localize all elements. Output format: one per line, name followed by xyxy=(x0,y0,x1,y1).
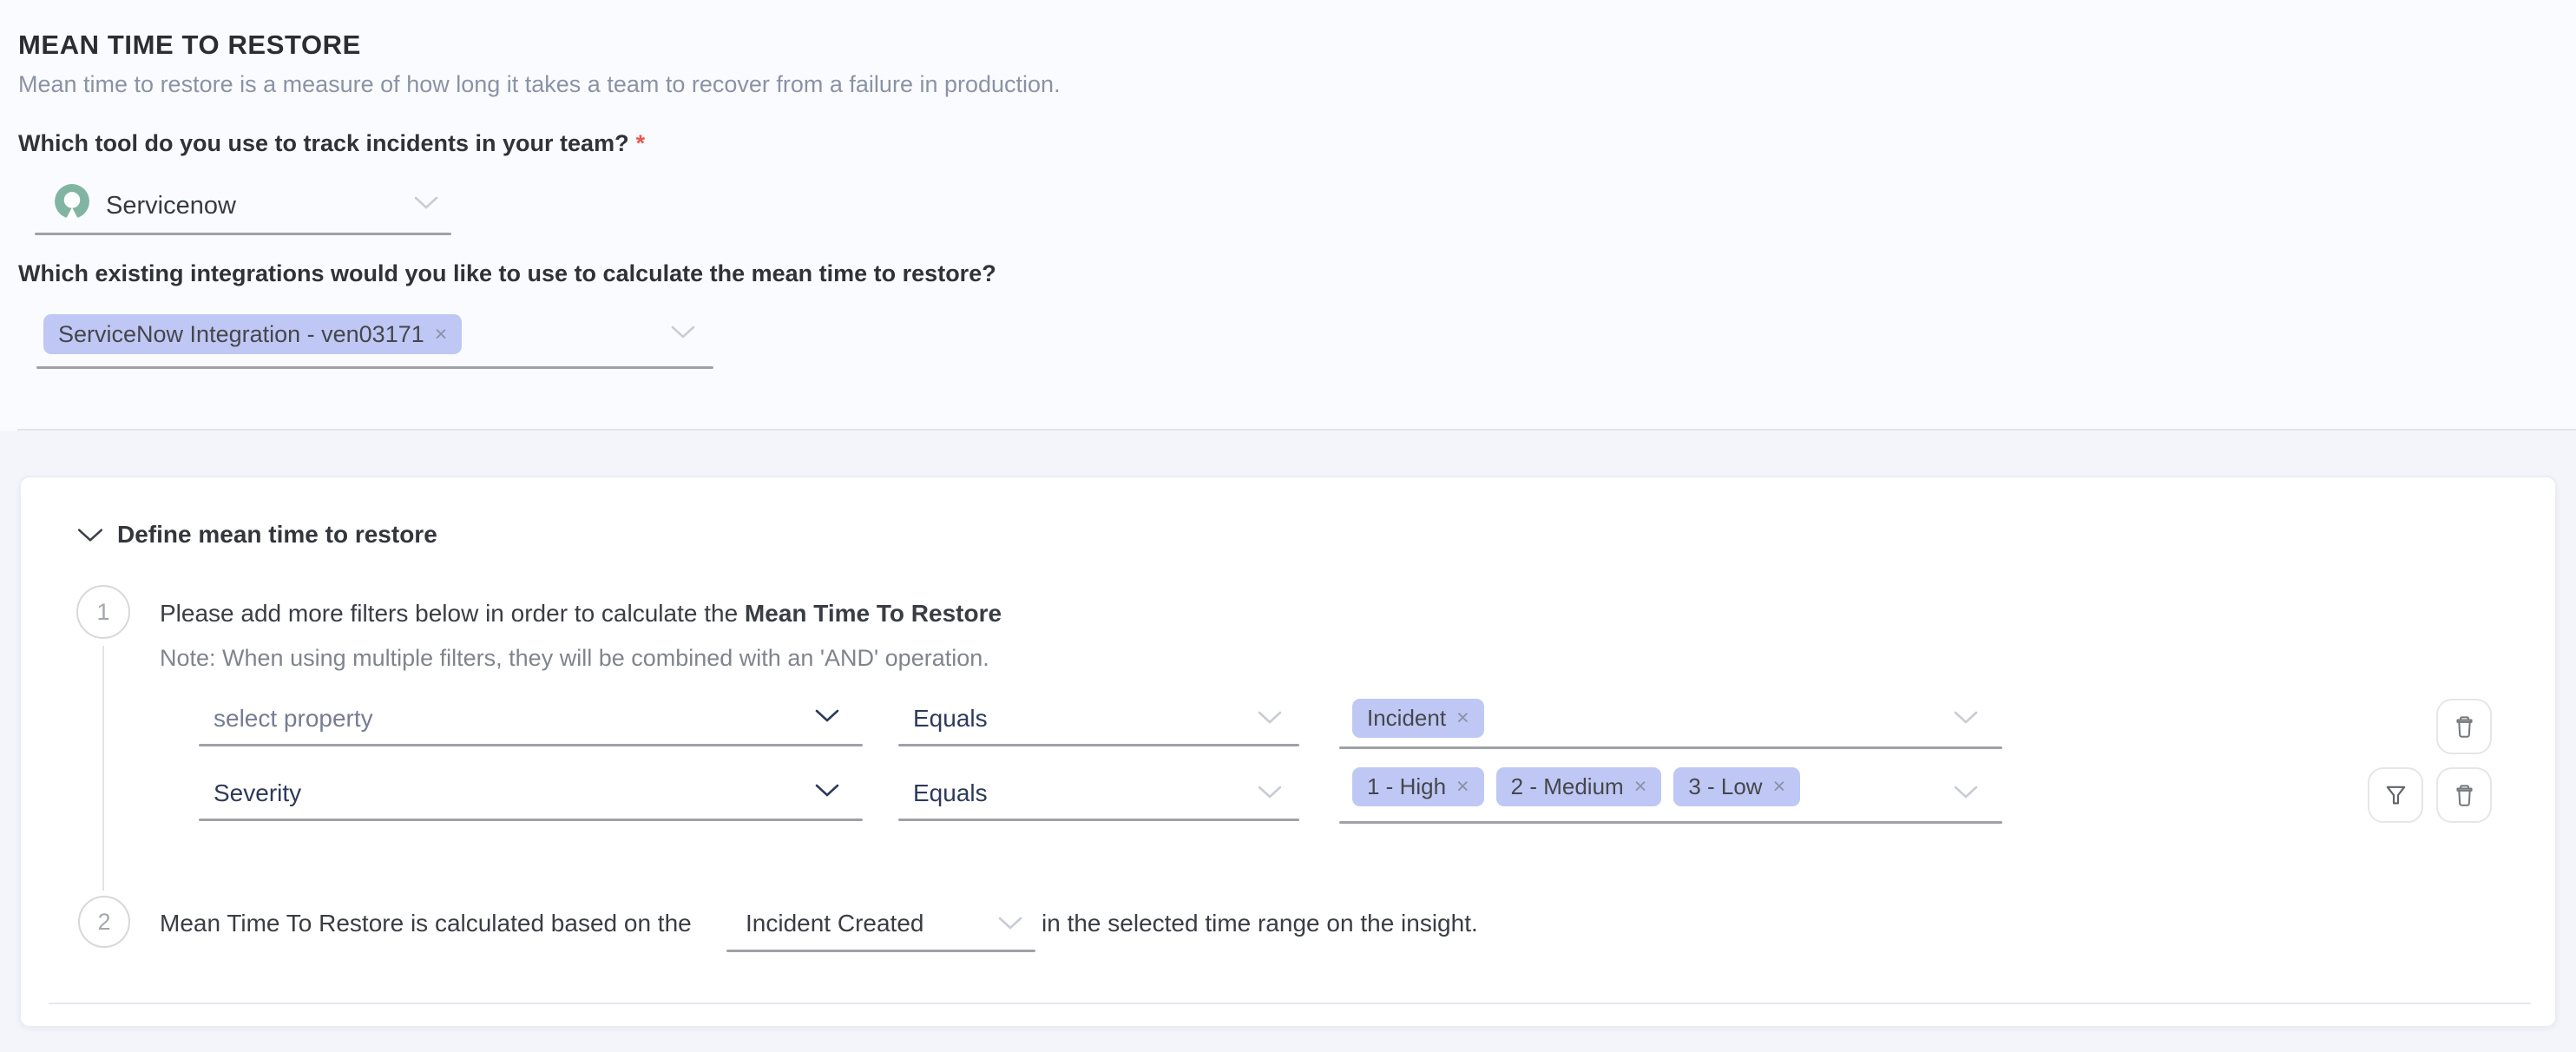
step-1-note: Note: When using multiple filters, they … xyxy=(160,645,989,672)
property-select[interactable]: Severity xyxy=(214,779,301,807)
step-2-badge: 2 xyxy=(78,896,130,948)
servicenow-logo-icon xyxy=(54,183,90,220)
chip-remove-icon[interactable]: × xyxy=(1634,776,1647,798)
page-title: MEAN TIME TO RESTORE xyxy=(18,30,361,61)
step-1-text: Please add more filters below in order t… xyxy=(160,600,1002,628)
chip-remove-icon[interactable]: × xyxy=(1773,776,1786,798)
value-chip: 3 - Low × xyxy=(1673,767,1800,806)
event-select-underline xyxy=(726,950,1035,952)
trash-icon xyxy=(2451,713,2478,740)
mttr-settings-page: MEAN TIME TO RESTORE Mean time to restor… xyxy=(0,0,2576,1052)
integration-chip-label: ServiceNow Integration - ven03171 xyxy=(58,321,424,348)
chevron-down-icon xyxy=(997,916,1023,930)
integration-question-label: Which existing integrations would you li… xyxy=(18,260,996,287)
value-select-underline xyxy=(1339,746,2002,749)
section-divider xyxy=(17,429,2576,431)
step-2-text-suffix: in the selected time range on the insigh… xyxy=(1042,910,1478,937)
value-chip: 2 - Medium × xyxy=(1496,767,1662,806)
delete-filter-button[interactable] xyxy=(2436,699,2492,754)
define-section-title: Define mean time to restore xyxy=(117,521,437,549)
operator-select[interactable]: Equals xyxy=(913,705,988,733)
value-select-underline xyxy=(1339,821,2002,824)
chevron-down-icon xyxy=(814,783,840,798)
integration-select[interactable]: ServiceNow Integration - ven03171 × xyxy=(36,309,715,371)
required-asterisk: * xyxy=(636,130,646,156)
step-1-text-bold: Mean Time To Restore xyxy=(745,600,1002,627)
chevron-down-icon xyxy=(1953,710,1979,725)
step-connector-line xyxy=(102,646,104,891)
value-chip: 1 - High × xyxy=(1352,767,1484,806)
value-select[interactable]: Incident × xyxy=(1352,699,1484,738)
trash-icon xyxy=(2451,782,2478,809)
value-select[interactable]: 1 - High × 2 - Medium × 3 - Low × xyxy=(1352,767,1800,806)
tool-question-label: Which tool do you use to track incidents… xyxy=(18,130,645,157)
chevron-down-icon xyxy=(814,708,840,723)
filter-button[interactable] xyxy=(2368,767,2423,823)
card-footer-divider xyxy=(49,1003,2531,1004)
chevron-down-icon xyxy=(670,325,696,339)
operator-select-underline xyxy=(898,744,1299,746)
step-2-text-prefix: Mean Time To Restore is calculated based… xyxy=(160,910,692,937)
property-select[interactable]: select property xyxy=(214,705,373,733)
chip-remove-icon[interactable]: × xyxy=(1456,707,1469,729)
chevron-down-icon xyxy=(1257,710,1283,725)
value-chip: Incident × xyxy=(1352,699,1484,738)
event-select[interactable]: Incident Created xyxy=(746,910,923,937)
collapse-chevron-down-icon[interactable] xyxy=(76,527,104,543)
delete-filter-button[interactable] xyxy=(2436,767,2492,823)
funnel-icon xyxy=(2382,782,2409,809)
integration-chip: ServiceNow Integration - ven03171 × xyxy=(43,314,462,354)
chip-remove-icon[interactable]: × xyxy=(435,324,448,345)
property-select-underline xyxy=(199,819,863,821)
chevron-down-icon xyxy=(1257,785,1283,799)
define-mttr-card: Define mean time to restore 1 Please add… xyxy=(19,476,2557,1028)
tool-select-value: Servicenow xyxy=(106,192,236,220)
chevron-down-icon xyxy=(413,195,439,210)
chevron-down-icon xyxy=(1953,785,1979,799)
step-1-badge: 1 xyxy=(76,585,130,639)
property-select-underline xyxy=(199,744,863,746)
operator-select[interactable]: Equals xyxy=(913,779,988,807)
chip-remove-icon[interactable]: × xyxy=(1456,776,1469,798)
tool-select[interactable]: Servicenow xyxy=(35,178,451,239)
operator-select-underline xyxy=(898,819,1299,821)
page-subtitle: Mean time to restore is a measure of how… xyxy=(18,71,1061,98)
integration-select-underline xyxy=(36,366,713,369)
tool-select-underline xyxy=(35,233,451,235)
